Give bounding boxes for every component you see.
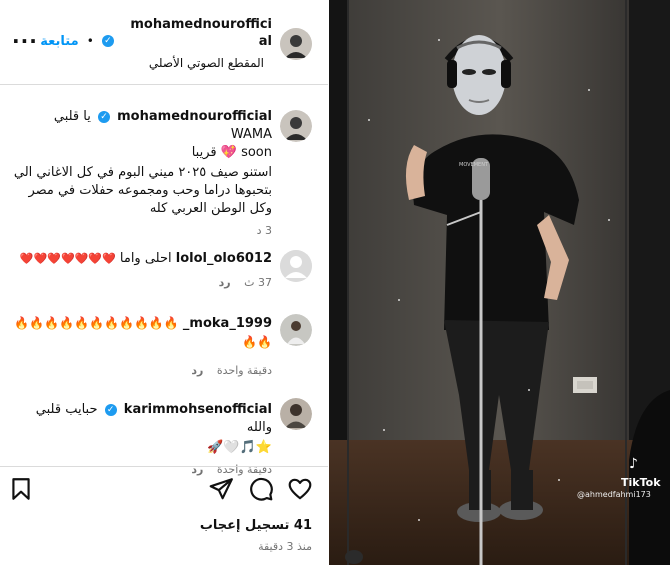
original-audio-link[interactable]: المقطع الصوتي الأصلي	[149, 56, 264, 70]
verified-badge-icon: ✓	[101, 34, 114, 47]
reply-button[interactable]: رد	[191, 463, 203, 476]
author-username[interactable]: mohamednourofficial	[122, 16, 272, 50]
tiktok-logo-icon: ♪	[629, 456, 638, 472]
comment-username[interactable]: lolol_olo6012	[176, 251, 272, 266]
caption-line2-soon-ar: قريبا	[191, 145, 217, 160]
commenter-avatar[interactable]	[280, 314, 312, 346]
reply-button[interactable]: رد	[219, 276, 231, 289]
video-frame	[329, 0, 670, 565]
commenter-avatar[interactable]	[280, 398, 312, 430]
tiktok-handle: @ahmedfahmi173	[577, 490, 651, 499]
verified-badge-icon: ✓	[98, 110, 110, 123]
send-icon[interactable]	[208, 476, 234, 502]
post-time: منذ 3 دقيقة	[258, 540, 312, 553]
post-header: mohamednourofficial ✓ • متابعة المقطع ال…	[0, 0, 328, 85]
follow-button[interactable]: متابعة	[40, 34, 78, 49]
caption-username[interactable]: mohamednourofficial	[117, 109, 272, 124]
caption-body: استنو صيف ٢٠٢٥ ميني البوم في كل الاغاني …	[13, 165, 272, 216]
audio-toggle-icon[interactable]	[345, 550, 363, 564]
actions-divider	[0, 466, 328, 467]
comment-icon[interactable]	[248, 476, 274, 502]
caption-time: 3 د	[256, 224, 272, 237]
reply-button[interactable]: رد	[191, 364, 203, 377]
mic-brand-label: MOVEMENT	[459, 162, 489, 168]
comment-time: 37 ث	[244, 276, 272, 289]
author-avatar[interactable]	[280, 28, 312, 60]
likes-count[interactable]: 41 تسجيل إعجاب	[200, 518, 312, 533]
heart-icon[interactable]	[287, 476, 313, 502]
comment-username[interactable]: karimmohsenofficial	[124, 402, 272, 417]
bookmark-icon[interactable]	[8, 476, 34, 502]
comment-time: دقيقة واحدة	[216, 463, 272, 476]
comment-item: lolol_olo6012 احلى واما ❤️❤️❤️❤️❤️❤️❤️ 3…	[12, 250, 272, 289]
header-dot: •	[86, 34, 94, 48]
verified-badge-icon: ✓	[104, 403, 117, 416]
caption-author-avatar[interactable]	[280, 110, 312, 142]
comment-emoji: ❤️❤️❤️❤️❤️❤️❤️	[19, 252, 116, 265]
comment-time: دقيقة واحدة	[216, 364, 272, 377]
video-player[interactable]: MOVEMENT ♪ TikTok @ahmedfahmi173	[329, 0, 670, 565]
comment-item: moka_1999_ 🔥🔥🔥🔥🔥🔥🔥🔥🔥🔥🔥🔥🔥 دقيقة واحدة رد	[12, 314, 272, 377]
heart-emoji-icon: 💖	[220, 145, 237, 160]
tiktok-watermark: TikTok	[621, 476, 661, 489]
comment-username[interactable]: moka_1999_	[183, 316, 272, 331]
caption-line2-soon: soon	[241, 145, 272, 160]
post-side-panel: mohamednourofficial ✓ • متابعة المقطع ال…	[0, 0, 328, 565]
comment-emoji: ⭐🎵🤍🚀	[207, 440, 272, 455]
more-options-button[interactable]: ...	[12, 24, 38, 48]
commenter-avatar[interactable]	[280, 250, 312, 282]
comment-text: احلى واما	[119, 251, 172, 266]
comment-item: karimmohsenofficial ✓ حبايب قلبي والله ⭐…	[12, 401, 272, 476]
caption: mohamednourofficial ✓ يا قلبي WAMA soon …	[12, 108, 272, 237]
